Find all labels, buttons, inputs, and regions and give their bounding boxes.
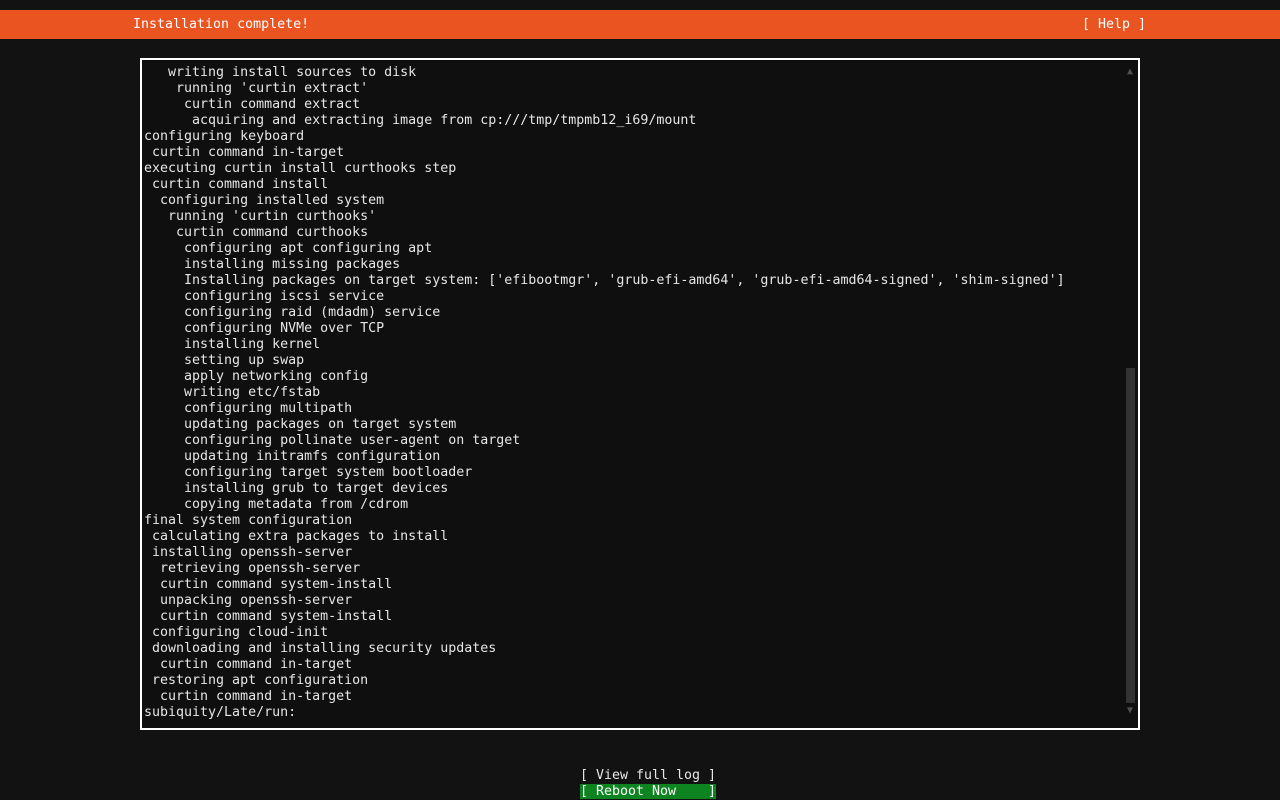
log-line: Installing packages on target system: ['…: [144, 273, 1122, 289]
log-line: executing curtin install curthooks step: [144, 161, 1122, 177]
log-line: configuring iscsi service: [144, 289, 1122, 305]
log-line: setting up swap: [144, 353, 1122, 369]
log-line: curtin command install: [144, 177, 1122, 193]
log-line: writing etc/fstab: [144, 385, 1122, 401]
log-line: apply networking config: [144, 369, 1122, 385]
log-line: configuring target system bootloader: [144, 465, 1122, 481]
log-line: updating initramfs configuration: [144, 449, 1122, 465]
log-line: installing grub to target devices: [144, 481, 1122, 497]
log-line: installing openssh-server: [144, 545, 1122, 561]
log-line: restoring apt configuration: [144, 673, 1122, 689]
log-line: downloading and installing security upda…: [144, 641, 1122, 657]
log-line: curtin command in-target: [144, 689, 1122, 705]
install-log-panel: writing install sources to disk running …: [140, 58, 1140, 730]
log-line: writing install sources to disk: [144, 65, 1122, 81]
log-line: configuring keyboard: [144, 129, 1122, 145]
log-line: curtin command system-install: [144, 577, 1122, 593]
log-line: configuring pollinate user-agent on targ…: [144, 433, 1122, 449]
log-line: curtin command extract: [144, 97, 1122, 113]
log-line: running 'curtin extract': [144, 81, 1122, 97]
log-line: curtin command in-target: [144, 657, 1122, 673]
log-line: updating packages on target system: [144, 417, 1122, 433]
log-line: configuring cloud-init: [144, 625, 1122, 641]
help-button[interactable]: [ Help ]: [1082, 17, 1146, 32]
log-line: curtin command in-target: [144, 145, 1122, 161]
log-line: final system configuration: [144, 513, 1122, 529]
install-log: writing install sources to disk running …: [144, 65, 1122, 721]
log-line: unpacking openssh-server: [144, 593, 1122, 609]
log-line: configuring apt configuring apt: [144, 241, 1122, 257]
log-line: installing missing packages: [144, 257, 1122, 273]
scrollbar-thumb[interactable]: [1126, 368, 1135, 703]
log-line: acquiring and extracting image from cp:/…: [144, 113, 1122, 129]
scroll-down-icon[interactable]: ▼: [1124, 706, 1136, 716]
log-line: retrieving openssh-server: [144, 561, 1122, 577]
scroll-up-icon[interactable]: ▲: [1124, 67, 1136, 77]
log-line: configuring multipath: [144, 401, 1122, 417]
log-line: running 'curtin curthooks': [144, 209, 1122, 225]
log-line: subiquity/Late/run:: [144, 705, 1122, 721]
log-line: copying metadata from /cdrom: [144, 497, 1122, 513]
log-line: configuring raid (mdadm) service: [144, 305, 1122, 321]
title-bar: Installation complete! [ Help ]: [0, 10, 1280, 39]
footer-row-reboot: [ Reboot Now ]: [0, 769, 1280, 799]
page-title: Installation complete!: [133, 17, 309, 32]
log-line: calculating extra packages to install: [144, 529, 1122, 545]
reboot-now-button[interactable]: [ Reboot Now ]: [580, 784, 716, 799]
log-line: configuring installed system: [144, 193, 1122, 209]
log-line: curtin command curthooks: [144, 225, 1122, 241]
log-line: configuring NVMe over TCP: [144, 321, 1122, 337]
log-line: curtin command system-install: [144, 609, 1122, 625]
log-line: installing kernel: [144, 337, 1122, 353]
